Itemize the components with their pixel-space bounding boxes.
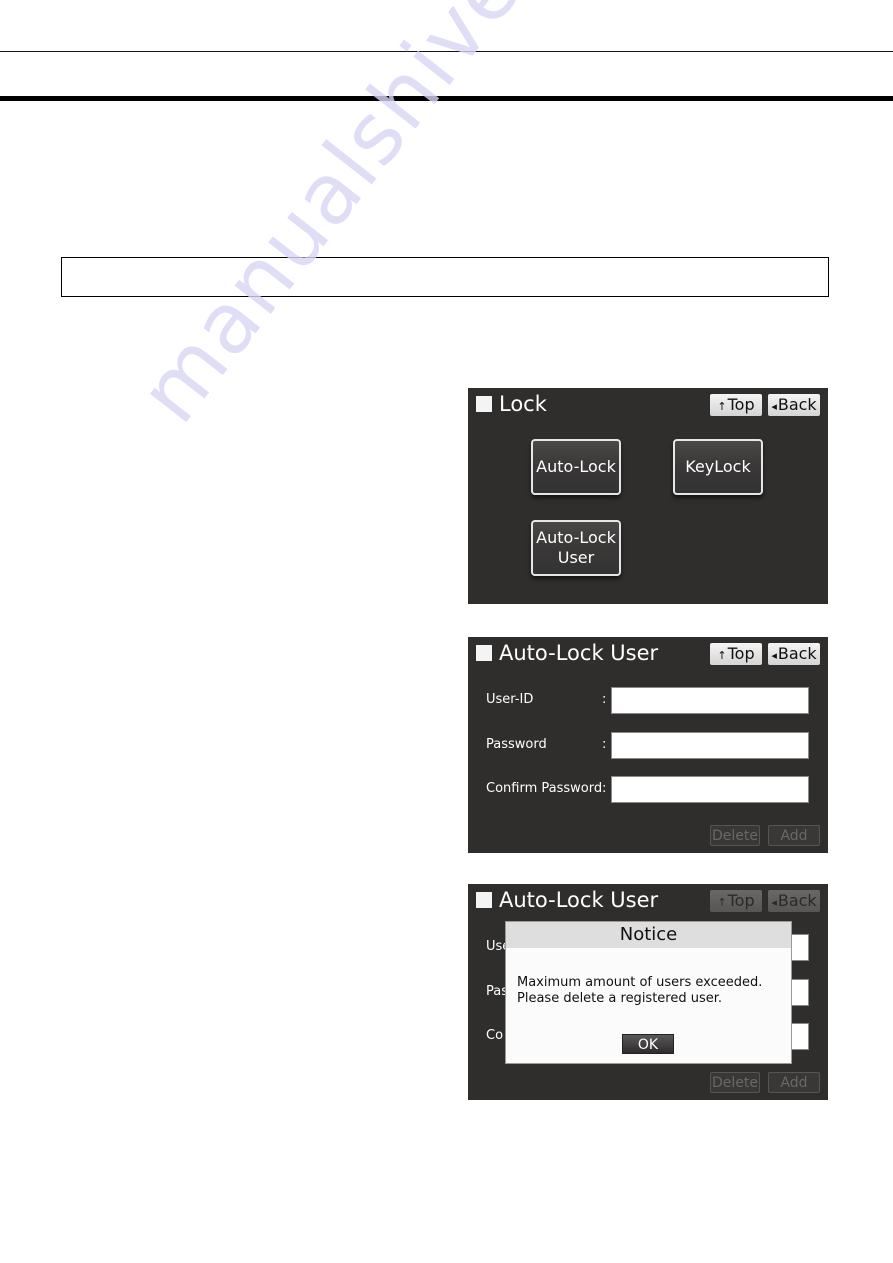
- back-button[interactable]: ◂Back: [768, 394, 820, 416]
- note-box: [61, 257, 829, 297]
- button-label: Auto-Lock User: [536, 528, 616, 567]
- up-arrow-icon: ↑: [717, 896, 727, 909]
- square-icon: [476, 396, 492, 412]
- add-button[interactable]: Add: [768, 825, 820, 846]
- delete-button[interactable]: Delete: [710, 825, 760, 846]
- watermark: manualshive.com: [120, 0, 673, 441]
- ok-button[interactable]: OK: [622, 1034, 674, 1054]
- left-triangle-icon: ◂: [771, 649, 777, 662]
- left-triangle-icon: ◂: [771, 896, 777, 909]
- notice-dialog: Notice Maximum amount of users exceeded.…: [505, 921, 792, 1064]
- confirm-password-label: Co: [486, 1028, 504, 1043]
- delete-button[interactable]: Delete: [710, 1072, 760, 1093]
- auto-lock-button[interactable]: Auto-Lock: [531, 439, 621, 495]
- user-id-label: User-ID: [486, 692, 534, 707]
- confirm-password-label: Confirm Password: [486, 781, 603, 796]
- colon: :: [602, 781, 607, 796]
- screen-title: Lock: [476, 392, 547, 416]
- colon: :: [602, 692, 607, 707]
- auto-lock-user-button[interactable]: Auto-Lock User: [531, 520, 621, 576]
- top-button[interactable]: ↑Top: [710, 643, 762, 665]
- top-button[interactable]: ↑Top: [710, 890, 762, 912]
- auto-lock-user-notice-screen: Auto-Lock User ↑Top ◂Back Use Pas Co Del…: [468, 884, 828, 1100]
- confirm-password-input[interactable]: [611, 776, 809, 803]
- add-button[interactable]: Add: [768, 1072, 820, 1093]
- auto-lock-user-screen: Auto-Lock User ↑Top ◂Back User-ID : Pass…: [468, 637, 828, 853]
- colon: :: [602, 737, 607, 752]
- square-icon: [476, 645, 492, 661]
- screen-title: Auto-Lock User: [476, 641, 658, 665]
- password-label: Password: [486, 737, 547, 752]
- dialog-title: Notice: [506, 922, 791, 948]
- screen-title: Auto-Lock User: [476, 888, 658, 912]
- up-arrow-icon: ↑: [717, 400, 727, 413]
- user-id-input[interactable]: [611, 687, 809, 714]
- up-arrow-icon: ↑: [717, 649, 727, 662]
- dialog-message: Maximum amount of users exceeded. Please…: [517, 975, 763, 1006]
- keylock-button[interactable]: KeyLock: [673, 439, 763, 495]
- back-button[interactable]: ◂Back: [768, 890, 820, 912]
- left-triangle-icon: ◂: [771, 400, 777, 413]
- square-icon: [476, 892, 492, 908]
- back-button[interactable]: ◂Back: [768, 643, 820, 665]
- header-rule-thin: [0, 51, 893, 52]
- top-button[interactable]: ↑Top: [710, 394, 762, 416]
- lock-screen: Lock ↑Top ◂Back Auto-Lock KeyLock Auto-L…: [468, 388, 828, 604]
- password-input[interactable]: [611, 732, 809, 759]
- header-rule-thick: [0, 96, 893, 101]
